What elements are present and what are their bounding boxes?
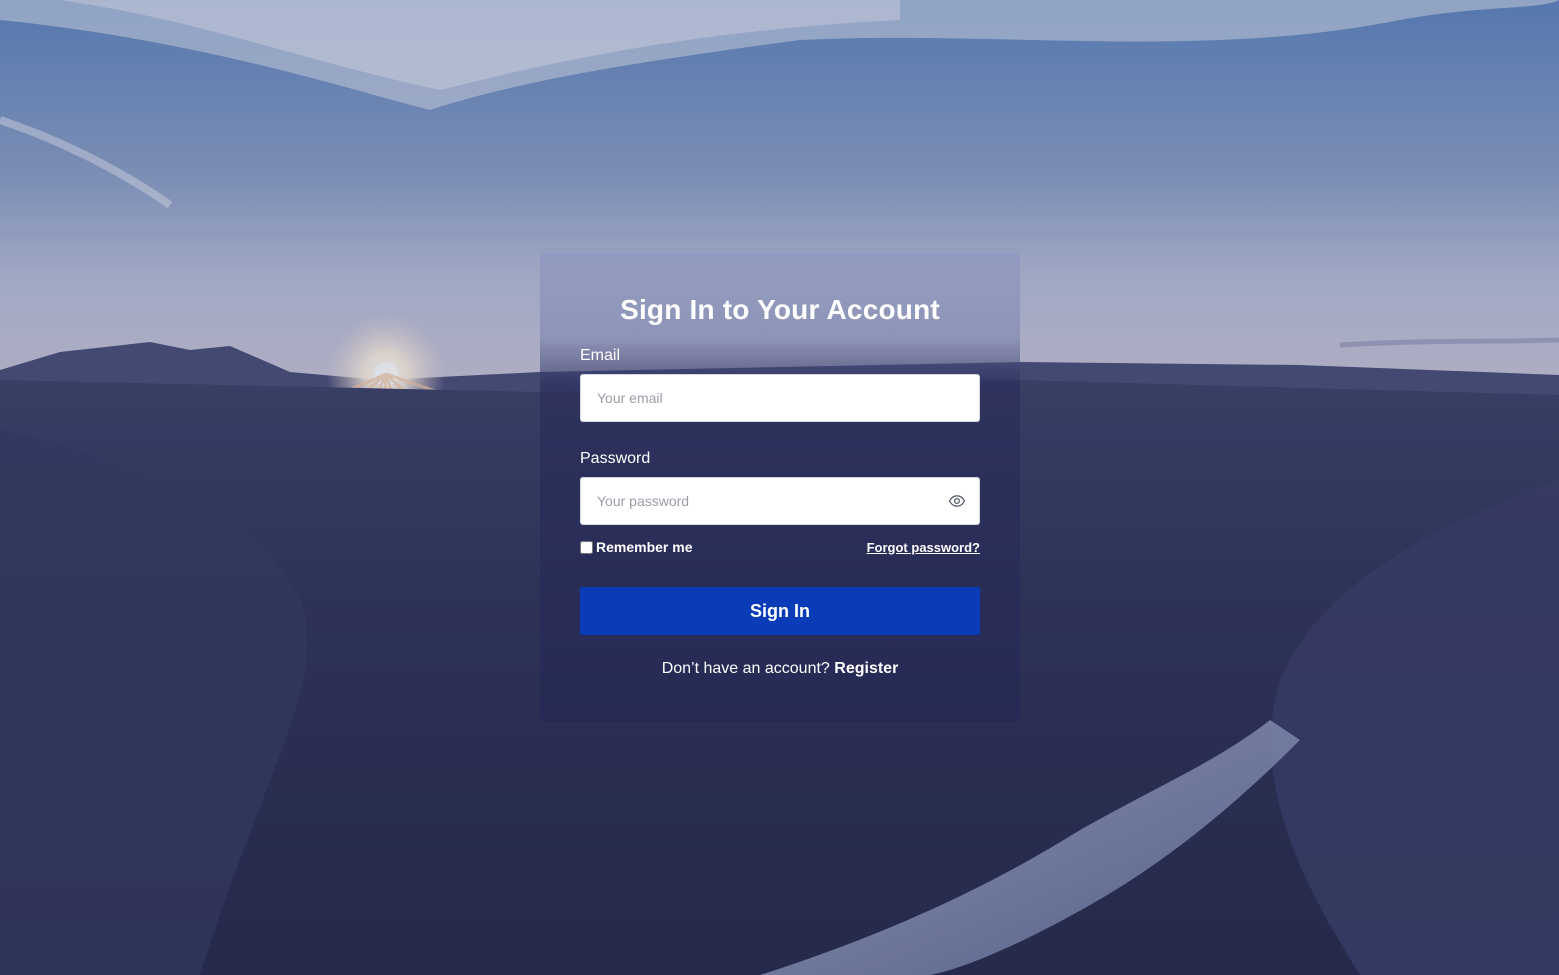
email-label: Email [580,347,621,364]
sign-in-button[interactable]: Sign In [580,587,980,635]
remember-me[interactable]: Remember me [580,539,693,555]
register-prompt-text: Don’t have an account? [661,660,835,677]
sign-in-card: Sign In to Your Account Email Password R… [540,253,1020,722]
password-field-wrapper [580,477,980,525]
register-link[interactable]: Register [834,660,898,677]
sign-in-title: Sign In to Your Account [620,294,940,325]
eye-icon[interactable] [948,492,966,510]
remember-me-label: Remember me [596,539,693,555]
remember-me-checkbox[interactable] [580,540,593,554]
email-input[interactable] [580,374,980,422]
register-prompt: Don’t have an account? Register [580,659,980,679]
email-field-wrapper [580,374,980,422]
forgot-password-link[interactable]: Forgot password? [867,540,980,555]
password-input[interactable] [580,477,980,525]
password-label: Password [580,450,651,467]
sign-in-options-row: Remember me Forgot password? [580,539,980,555]
